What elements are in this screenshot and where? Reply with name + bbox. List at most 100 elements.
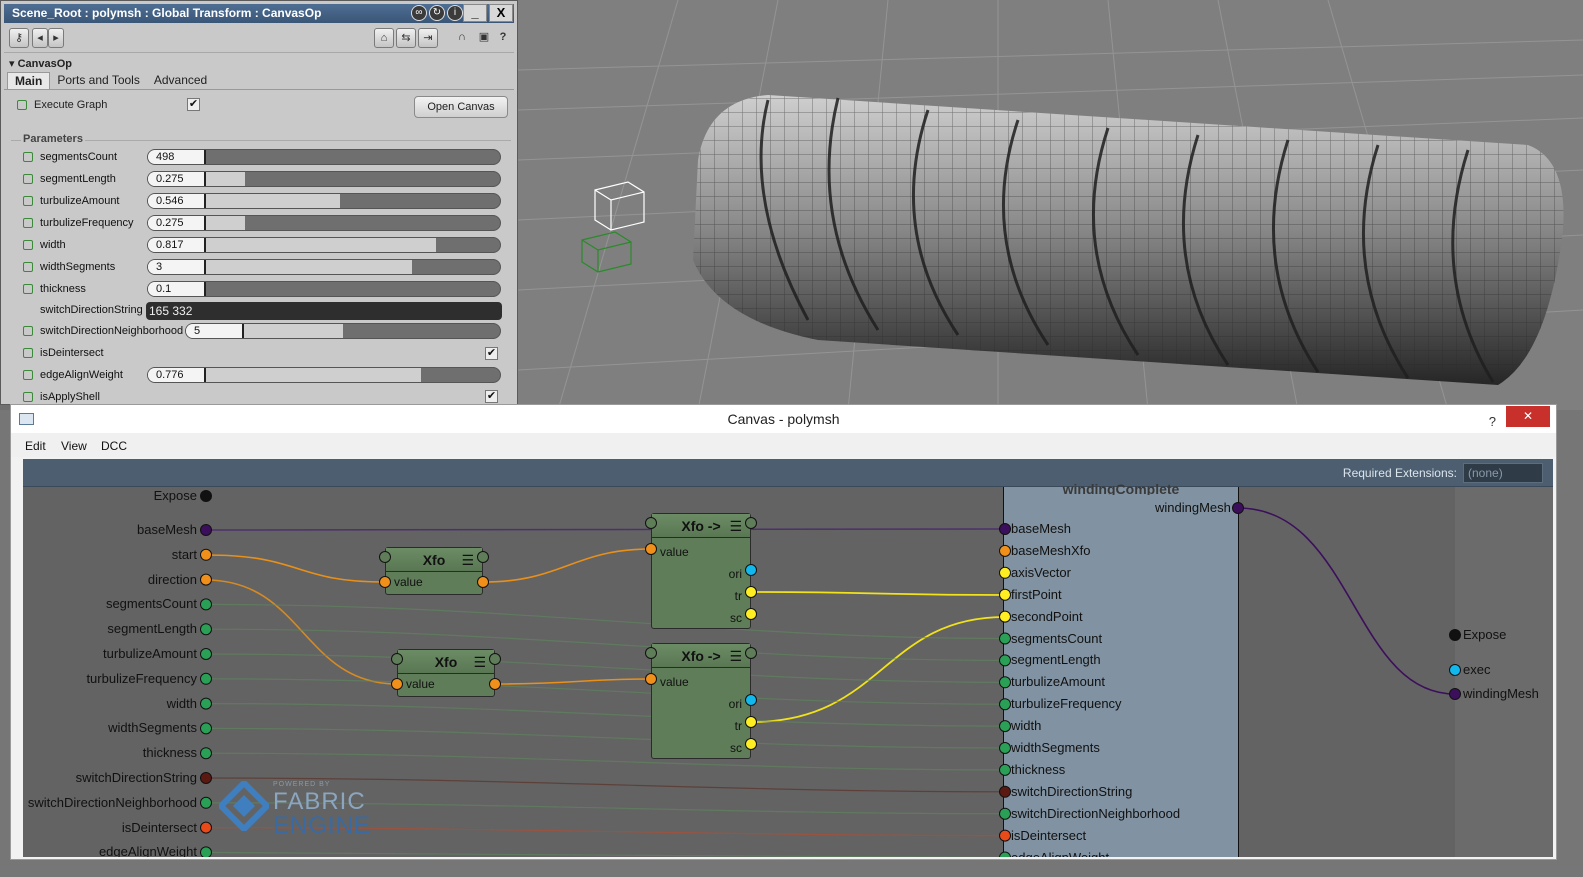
menu-view[interactable]: View	[61, 439, 87, 453]
node-menu-icon[interactable]: ☰	[473, 654, 486, 671]
preset-icon[interactable]: ▣	[474, 28, 494, 48]
node-menu-icon[interactable]: ☰	[729, 648, 742, 665]
animation-dot[interactable]	[23, 392, 33, 402]
tab-divider	[4, 89, 514, 90]
wire-param-edgeAlignWeight	[205, 851, 1006, 857]
thickness-slider[interactable]: 0.1	[147, 281, 501, 297]
tab-main[interactable]: Main	[7, 72, 51, 90]
animation-dot[interactable]	[23, 370, 33, 380]
wire-start	[205, 554, 386, 583]
animation-dot[interactable]	[23, 348, 33, 358]
slider-value[interactable]: 0.1	[148, 282, 206, 296]
help-icon[interactable]: ?	[494, 28, 512, 48]
xfo-decompose-node-1[interactable]: Xfo -> ☰ value ori tr sc	[651, 513, 751, 629]
widthsegments-slider[interactable]: 3	[147, 259, 501, 275]
glasses-icon[interactable]: ∞	[411, 5, 427, 21]
animation-dot[interactable]	[23, 326, 33, 336]
slider-value[interactable]: 0.776	[148, 368, 206, 382]
node-port-label: sc	[730, 611, 742, 625]
animation-dot[interactable]	[23, 262, 33, 272]
help-button[interactable]: ?	[1489, 408, 1496, 436]
wire-param-width	[205, 703, 1006, 727]
segmentlength-slider[interactable]: 0.275	[147, 171, 501, 187]
tab-advanced[interactable]: Advanced	[147, 72, 214, 90]
property-panel: Scene_Root : polymsh : Global Transform …	[0, 0, 518, 405]
wire-winding-output	[1237, 507, 1456, 695]
width-slider[interactable]: 0.817	[147, 237, 501, 253]
animation-dot[interactable]	[23, 196, 33, 206]
graph-input-expose-label: Expose	[153, 488, 197, 503]
is-deintersect-checkbox[interactable]: ✔	[485, 347, 498, 360]
wire-param-widthSegments	[205, 727, 1006, 749]
param-label: switchDirectionString	[40, 304, 143, 316]
animation-dot[interactable]	[23, 174, 33, 184]
canvas-window: Canvas - polymsh ? ✕ Edit View DCC Requi…	[10, 404, 1557, 860]
graph-input-label-isDeintersect: isDeintersect	[121, 819, 197, 835]
tab-ports-and-tools[interactable]: Ports and Tools	[50, 72, 147, 90]
slider-value[interactable]: 0.275	[148, 172, 206, 186]
xfo-node-1[interactable]: Xfo ☰ value	[385, 547, 483, 595]
xfo-decompose-node-2[interactable]: Xfo -> ☰ value ori tr sc	[651, 643, 751, 759]
revert-icon[interactable]: ⇥	[418, 28, 438, 48]
back-arrow-icon[interactable]: ◂	[32, 28, 48, 48]
lock-icon[interactable]: ⇆	[396, 28, 416, 48]
param-label: turbulizeAmount	[40, 195, 120, 207]
winding-input-label-thickness: thickness	[1011, 761, 1066, 777]
animation-dot[interactable]	[23, 218, 33, 228]
wire-basemesh	[205, 528, 1006, 531]
close-button[interactable]: X	[489, 4, 513, 22]
switch-direction-string-input[interactable]: 165 332	[146, 302, 502, 320]
slider-value[interactable]: 0.546	[148, 194, 206, 208]
winding-input-label-segmentsCount: segmentsCount	[1011, 630, 1103, 646]
home-icon[interactable]: ⌂	[374, 28, 394, 48]
menu-edit[interactable]: Edit	[25, 439, 46, 453]
info-icon[interactable]: i	[447, 5, 463, 21]
menu-dcc[interactable]: DCC	[101, 439, 127, 453]
wire-param-turbulizeFrequency	[205, 678, 1006, 705]
animation-dot[interactable]	[17, 100, 27, 110]
xfo-node-2[interactable]: Xfo ☰ value	[397, 649, 495, 697]
key-icon[interactable]: ⚷	[9, 28, 29, 48]
section-header[interactable]: ▾ CanvasOp	[9, 57, 72, 70]
powered-by-label: POWERED BY	[273, 781, 331, 788]
forward-arrow-icon[interactable]: ▸	[48, 28, 64, 48]
slider-value[interactable]: 0.275	[148, 216, 206, 230]
turbulizeamount-slider[interactable]: 0.546	[147, 193, 501, 209]
wire-first-point	[750, 591, 1006, 596]
winding-input-label-edgeAlignWeight: edgeAlignWeight	[1011, 849, 1110, 858]
node-port-label: sc	[730, 741, 742, 755]
animation-dot[interactable]	[23, 240, 33, 250]
segmentscount-slider[interactable]: 498	[147, 149, 501, 165]
switch-direction-neighborhood-slider[interactable]: 5	[185, 323, 501, 339]
graph-input-label-width: width	[166, 695, 197, 711]
node-menu-icon[interactable]: ☰	[461, 552, 474, 569]
graph-output-windingmesh-label: windingMesh	[1463, 686, 1539, 701]
close-button[interactable]: ✕	[1506, 406, 1550, 427]
slider-value[interactable]: 3	[148, 260, 206, 274]
winding-input-label-switchDirectionString: switchDirectionString	[1011, 783, 1133, 799]
viewport-scene	[518, 0, 1583, 410]
magnet-icon[interactable]: ∩	[452, 28, 472, 48]
execute-graph-checkbox[interactable]: ✔	[187, 98, 200, 111]
refresh-icon[interactable]: ↻	[429, 5, 445, 21]
node-menu-icon[interactable]: ☰	[729, 518, 742, 535]
is-apply-shell-checkbox[interactable]: ✔	[485, 390, 498, 403]
animation-dot[interactable]	[23, 152, 33, 162]
canvas-titlebar[interactable]: Canvas - polymsh ? ✕	[11, 405, 1556, 433]
open-canvas-button[interactable]: Open Canvas	[414, 96, 508, 118]
turbulizefrequency-slider[interactable]: 0.275	[147, 215, 501, 231]
slider-value[interactable]: 498	[148, 150, 206, 164]
slider-value[interactable]: 5	[186, 324, 244, 338]
3d-viewport[interactable]	[518, 0, 1583, 410]
logo-line-2: ENGINE	[273, 812, 372, 839]
winding-input-label-firstPoint: firstPoint	[1011, 586, 1062, 602]
slider-value[interactable]: 0.817	[148, 238, 206, 252]
animation-dot[interactable]	[23, 284, 33, 294]
edge-align-weight-slider[interactable]: 0.776	[147, 367, 501, 383]
winding-input-label-baseMeshXfo: baseMeshXfo	[1011, 542, 1091, 558]
graph-input-label-edgeAlignWeight: edgeAlignWeight	[98, 844, 197, 857]
wire-param-thickness	[205, 752, 1006, 771]
wire-xfo2-decompose	[494, 678, 652, 685]
minimize-button[interactable]: _	[463, 4, 487, 22]
graph-view[interactable]: Required Extensions: (none) windingCompl…	[23, 459, 1553, 857]
